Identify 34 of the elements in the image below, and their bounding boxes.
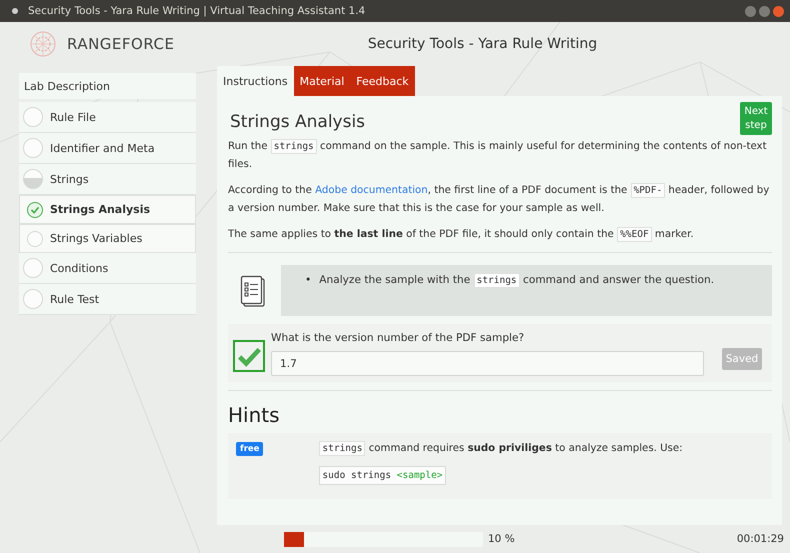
brand-name: RANGEFORCE bbox=[67, 35, 174, 53]
maximize-button[interactable] bbox=[759, 6, 770, 16]
timer: 00:01:29 bbox=[736, 533, 784, 545]
sidebar-item[interactable]: Rule File bbox=[19, 102, 196, 133]
instruction-text: Run the strings command on the sample. This is mainly useful for determining the contents of non-text files. bbox=[228, 138, 768, 172]
command-snippet: sudo strings <sample> bbox=[319, 466, 446, 485]
hints-heading: Hints bbox=[228, 403, 281, 427]
sidebar-subitem[interactable]: Strings Analysis bbox=[19, 195, 196, 224]
sidebar-item[interactable]: Identifier and Meta bbox=[19, 133, 196, 164]
sidebar-item[interactable]: Conditions bbox=[19, 253, 196, 284]
minimize-button[interactable] bbox=[745, 6, 756, 16]
answer-field[interactable]: 1.7 bbox=[271, 351, 704, 376]
tab[interactable]: Material bbox=[294, 66, 350, 96]
hint-text: strings command requires sudo priviliges to analyze samples. Use: bbox=[319, 440, 683, 458]
sidebar-item[interactable]: Lab Description bbox=[19, 73, 196, 99]
close-button[interactable] bbox=[773, 6, 784, 16]
task-text: • Analyze the sample with the strings command and answer the question. bbox=[305, 272, 716, 289]
checklist-icon bbox=[240, 274, 266, 306]
section-title: Strings Analysis bbox=[230, 112, 366, 132]
window-title: Security Tools - Yara Rule Writing | Virtual Teaching Assistant 1.4 bbox=[28, 5, 366, 17]
instruction-text: The same applies to the last line of the PDF file, it should only contain the %%EOF marker. bbox=[228, 226, 695, 244]
page-title: Security Tools - Yara Rule Writing bbox=[366, 36, 598, 52]
tab[interactable]: Feedback bbox=[350, 66, 415, 96]
free-badge: free bbox=[236, 442, 264, 456]
question-text: What is the version number of the PDF sample? bbox=[271, 332, 526, 344]
logo-icon bbox=[29, 30, 57, 58]
tab[interactable]: Instructions bbox=[217, 66, 294, 96]
sidebar-item[interactable]: Strings bbox=[19, 164, 196, 195]
progress-reading: 10 % bbox=[488, 533, 516, 545]
sidebar-item[interactable]: Rule Test bbox=[19, 284, 196, 315]
instruction-text: According to the Adobe documentation, the first line of a PDF document is the %PDF- header, followed by a version number. Make sure that this is the case for your sample as well. bbox=[228, 182, 770, 216]
sidebar-subitem[interactable]: Strings Variables bbox=[19, 224, 196, 253]
documentation-link[interactable]: Adobe documentation bbox=[315, 185, 428, 196]
app-icon bbox=[12, 8, 18, 14]
